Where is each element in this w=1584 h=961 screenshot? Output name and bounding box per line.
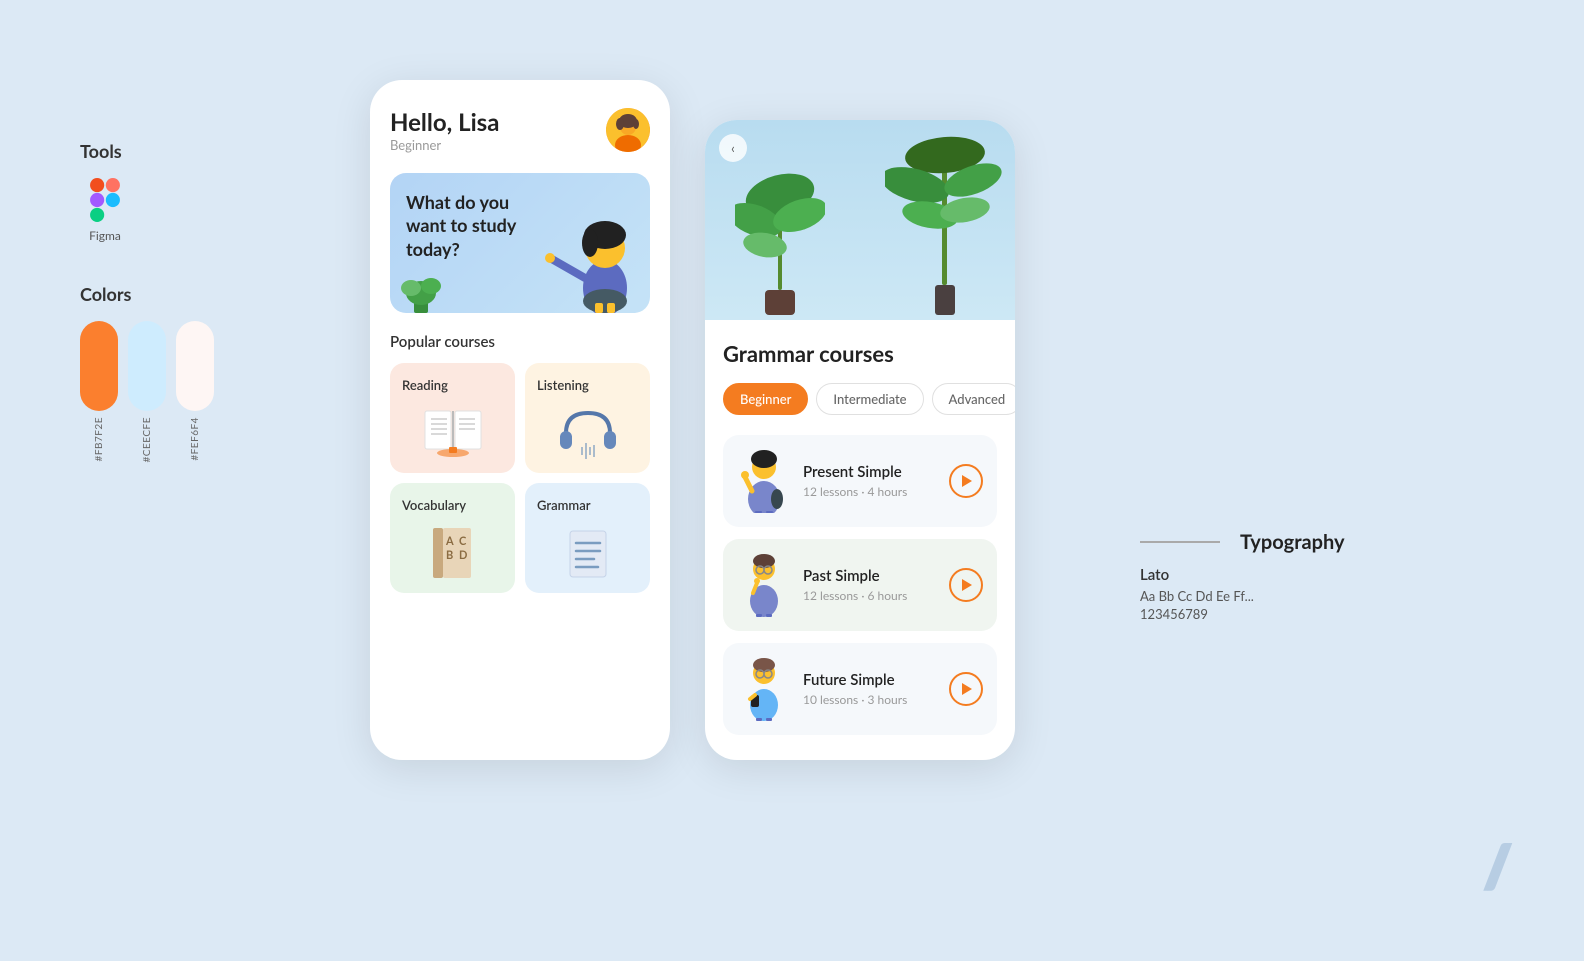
grammar-courses-title: Grammar courses (723, 340, 997, 367)
avatar-illustration (606, 108, 650, 152)
tools-section: Tools Figma (80, 140, 280, 243)
lesson-present-simple[interactable]: Present Simple 12 lessons · 4 hours (723, 435, 997, 527)
svg-text:B: B (446, 549, 453, 562)
lesson-meta-future: 10 lessons · 3 hours (803, 692, 937, 707)
lesson-future-simple[interactable]: Future Simple 10 lessons · 3 hours (723, 643, 997, 735)
grammar-card-icon (556, 523, 620, 583)
colors-section: Colors #FB7F2E #CEECFE #FEF6F4 (80, 283, 280, 463)
banner-plant-left (396, 243, 446, 313)
lesson-list: Present Simple 12 lessons · 4 hours (723, 435, 997, 735)
svg-text:D: D (459, 549, 467, 562)
lesson-title-future: Future Simple (803, 671, 937, 689)
listening-title: Listening (537, 377, 638, 393)
swatch-blue-label: #CEECFE (141, 417, 153, 463)
typography-font-name: Lato (1140, 566, 1360, 584)
phone1-header: Hello, Lisa Beginner (390, 108, 650, 153)
typography-header: Typography (1140, 530, 1360, 554)
headphone-icon (556, 403, 620, 463)
tab-advanced[interactable]: Advanced (932, 383, 1015, 415)
color-swatch-cream: #FEF6F4 (176, 321, 214, 461)
lesson-meta-past: 12 lessons · 6 hours (803, 588, 937, 603)
lesson-avatar-past (737, 553, 791, 617)
teacher-illustration (530, 183, 650, 313)
typography-sample: Aa Bb Cc Dd Ee Ff... (1140, 588, 1360, 604)
lesson-avatar-present (737, 449, 791, 513)
figure-future (737, 657, 791, 721)
filter-tabs: Beginner Intermediate Advanced (723, 383, 997, 415)
study-banner: What do you want to study today? (390, 173, 650, 313)
play-icon-past (962, 579, 972, 591)
svg-text:A: A (445, 535, 454, 548)
swatch-cream-label: #FEF6F4 (189, 417, 201, 461)
vocabulary-title: Vocabulary (402, 497, 503, 513)
color-swatch-orange: #FB7F2E (80, 321, 118, 461)
swatch-blue-pill (128, 321, 166, 411)
avatar (606, 108, 650, 152)
course-card-listening[interactable]: Listening (525, 363, 650, 473)
phone2-content: Grammar courses Beginner Intermediate Ad… (705, 320, 1015, 759)
phone-2: ‹ Grammar courses (705, 120, 1015, 760)
play-button-past[interactable] (949, 568, 983, 602)
phone2-banner: ‹ (705, 120, 1015, 320)
left-panel: Tools Figma Colors #FB7F2E #CEECFE (80, 140, 280, 463)
listening-icon (537, 401, 638, 463)
plant-right (885, 120, 1005, 320)
typography-divider (1140, 541, 1220, 543)
grammar-title-card: Grammar (537, 497, 638, 513)
svg-text:C: C (459, 535, 467, 548)
lesson-title-present: Present Simple (803, 463, 937, 481)
course-card-grammar[interactable]: Grammar (525, 483, 650, 593)
tab-intermediate[interactable]: Intermediate (816, 383, 923, 415)
courses-grid: Reading (390, 363, 650, 593)
reading-title: Reading (402, 377, 503, 393)
lesson-title-past: Past Simple (803, 567, 937, 585)
lesson-info-present: Present Simple 12 lessons · 4 hours (803, 463, 937, 499)
greeting-text: Hello, Lisa (390, 108, 499, 137)
play-button-present[interactable] (949, 464, 983, 498)
phone-1: Hello, Lisa Beginner What do you want to… (370, 80, 670, 760)
lesson-meta-present: 12 lessons · 4 hours (803, 484, 937, 499)
plant-left (735, 140, 825, 320)
figma-label: Figma (89, 228, 121, 243)
play-icon-present (962, 475, 972, 487)
decorative-slash: // (1482, 829, 1504, 901)
course-card-reading[interactable]: Reading (390, 363, 515, 473)
tab-beginner[interactable]: Beginner (723, 383, 808, 415)
tools-title: Tools (80, 140, 280, 162)
play-icon-future (962, 683, 972, 695)
color-swatches: #FB7F2E #CEECFE #FEF6F4 (80, 321, 280, 463)
color-swatch-blue: #CEECFE (128, 321, 166, 463)
swatch-cream-pill (176, 321, 214, 411)
level-text: Beginner (390, 137, 499, 153)
popular-courses-label: Popular courses (390, 333, 650, 351)
swatch-orange-label: #FB7F2E (93, 417, 105, 461)
figure-past (737, 553, 791, 617)
swatch-orange-pill (80, 321, 118, 411)
grammar-icon (537, 521, 638, 583)
lesson-info-future: Future Simple 10 lessons · 3 hours (803, 671, 937, 707)
book-icon (421, 403, 485, 463)
typography-numbers: 123456789 (1140, 606, 1360, 622)
lesson-avatar-future (737, 657, 791, 721)
lesson-info-past: Past Simple 12 lessons · 6 hours (803, 567, 937, 603)
play-button-future[interactable] (949, 672, 983, 706)
lesson-past-simple[interactable]: Past Simple 12 lessons · 6 hours (723, 539, 997, 631)
vocab-icon: A B C D (421, 523, 485, 583)
reading-icon (402, 401, 503, 463)
course-card-vocabulary[interactable]: Vocabulary A B C D (390, 483, 515, 593)
typography-title: Typography (1240, 530, 1345, 554)
figure-present (737, 449, 791, 513)
phone1-greeting: Hello, Lisa Beginner (390, 108, 499, 153)
figma-icon (85, 178, 125, 222)
typography-section: Typography Lato Aa Bb Cc Dd Ee Ff... 123… (1140, 530, 1360, 622)
vocabulary-icon: A B C D (402, 521, 503, 583)
colors-title: Colors (80, 283, 280, 305)
